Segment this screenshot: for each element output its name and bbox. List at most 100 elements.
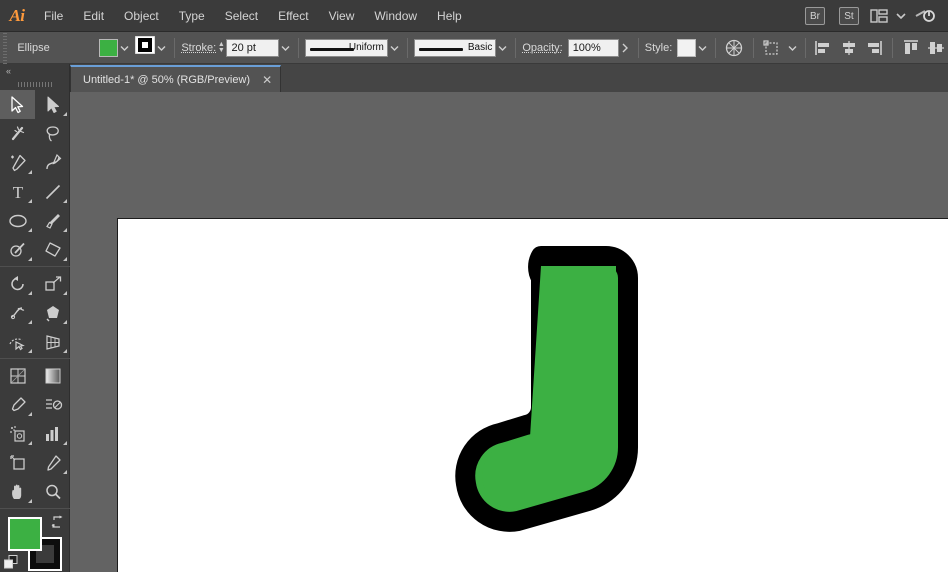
menu-item-help[interactable]: Help [427, 0, 472, 32]
brush-definition-select[interactable]: Basic [414, 39, 496, 57]
transform-chevron-down-icon[interactable] [786, 39, 799, 57]
collapse-panel-icon[interactable]: « [0, 64, 69, 78]
stroke-chevron-down-icon[interactable] [155, 39, 168, 57]
stroke-weight-stepper[interactable]: ▲ ▼ [216, 39, 226, 57]
free-transform-tool[interactable] [35, 298, 70, 327]
menu-item-type[interactable]: Type [169, 0, 215, 32]
default-fill-stroke-icon[interactable] [4, 555, 18, 572]
brush-chevron-down-icon[interactable] [496, 39, 509, 57]
menu-item-view[interactable]: View [319, 0, 365, 32]
stroke-color-swatch[interactable] [135, 36, 155, 59]
illustrator-window: Ai File Edit Object Type Select Effect V… [0, 0, 948, 572]
transform-icon[interactable] [763, 38, 783, 58]
pen-tool[interactable] [0, 148, 35, 177]
slice-tool[interactable] [35, 448, 70, 477]
align-center-vertical-icon[interactable] [926, 38, 945, 58]
type-tool[interactable]: T [0, 177, 35, 206]
shape-builder-tool[interactable] [0, 327, 35, 356]
paintbrush-tool[interactable] [35, 206, 70, 235]
artboard-tool[interactable] [0, 448, 35, 477]
eraser-tool[interactable] [35, 235, 70, 264]
graphic-style-swatch[interactable] [677, 39, 696, 57]
menu-item-window[interactable]: Window [364, 0, 427, 32]
recolor-artwork-icon[interactable] [725, 38, 744, 58]
chevron-down-icon[interactable] [896, 5, 906, 27]
menu-item-effect[interactable]: Effect [268, 0, 318, 32]
align-top-icon[interactable] [902, 38, 921, 58]
align-center-horizontal-icon[interactable] [839, 38, 858, 58]
stroke-weight-input[interactable]: 20 pt [226, 39, 279, 57]
mesh-tool[interactable] [0, 361, 35, 390]
document-tab-untitled-1[interactable]: Untitled-1* @ 50% (RGB/Preview) ✕ [70, 65, 281, 92]
column-graph-tool[interactable] [35, 419, 70, 448]
fill-color-indicator[interactable] [8, 517, 42, 551]
gradient-tool[interactable] [35, 361, 70, 390]
curvature-tool[interactable] [35, 148, 70, 177]
line-segment-tool[interactable] [35, 177, 70, 206]
fill-color-swatch[interactable] [99, 39, 118, 57]
divider [753, 38, 754, 58]
fill-chevron-down-icon[interactable] [118, 39, 131, 57]
tool-divider [0, 358, 70, 359]
document-tab-bar: Untitled-1* @ 50% (RGB/Preview) ✕ [0, 64, 948, 92]
perspective-grid-tool[interactable] [35, 327, 70, 356]
shaper-tool[interactable] [0, 235, 35, 264]
document-tab-label: Untitled-1* @ 50% (RGB/Preview) [83, 74, 250, 86]
search-adobe-icon[interactable] [914, 5, 936, 27]
menu-item-select[interactable]: Select [215, 0, 268, 32]
control-bar-grip[interactable] [0, 32, 9, 64]
menu-bar-right-group: Br St [798, 0, 948, 32]
width-profile-chevron-down-icon[interactable] [388, 39, 401, 57]
tool-divider [0, 266, 70, 267]
direct-selection-tool[interactable] [35, 90, 70, 119]
artboard[interactable] [117, 218, 948, 572]
close-icon[interactable]: ✕ [262, 74, 272, 86]
divider [715, 38, 716, 58]
canvas-area[interactable] [70, 92, 948, 572]
menu-item-edit[interactable]: Edit [73, 0, 114, 32]
app-logo-icon: Ai [0, 0, 34, 32]
opacity-label[interactable]: Opacity: [522, 42, 562, 54]
style-chevron-down-icon[interactable] [696, 39, 709, 57]
divider [515, 38, 516, 58]
divider [638, 38, 639, 58]
svg-text:T: T [12, 183, 23, 201]
menu-item-file[interactable]: File [34, 0, 73, 32]
opacity-input[interactable]: 100% [568, 39, 619, 57]
blend-tool[interactable] [35, 390, 70, 419]
width-profile-select[interactable]: Uniform [305, 39, 387, 57]
style-label: Style: [645, 42, 673, 54]
tools-grid: T [0, 90, 70, 506]
artwork-sock-shape[interactable] [118, 219, 948, 572]
divider [805, 38, 806, 58]
tools-panel-grip[interactable] [0, 78, 69, 90]
control-bar: Ellipse Stroke: ▲ ▼ 20 pt Uniform Basic … [0, 32, 948, 64]
selected-object-type: Ellipse [9, 42, 99, 54]
symbol-sprayer-tool[interactable] [0, 419, 35, 448]
opacity-chevron-right-icon[interactable] [619, 39, 632, 57]
lasso-tool[interactable] [35, 119, 70, 148]
bridge-button[interactable]: Br [805, 7, 825, 25]
workspace-switcher-icon[interactable] [870, 5, 888, 27]
divider [892, 38, 893, 58]
hand-tool[interactable] [0, 477, 35, 506]
swap-fill-stroke-icon[interactable] [50, 515, 64, 534]
align-left-icon[interactable] [815, 38, 834, 58]
width-tool[interactable] [0, 298, 35, 327]
menu-item-object[interactable]: Object [114, 0, 169, 32]
tools-panel: « T [0, 64, 70, 572]
stock-button[interactable]: St [839, 7, 859, 25]
magic-wand-tool[interactable] [0, 119, 35, 148]
stroke-weight-chevron-down-icon[interactable] [279, 39, 292, 57]
align-right-icon[interactable] [864, 38, 883, 58]
divider [174, 38, 175, 58]
stroke-weight-label[interactable]: Stroke: [181, 42, 216, 54]
eyedropper-tool[interactable] [0, 390, 35, 419]
selection-tool[interactable] [0, 90, 35, 119]
zoom-tool[interactable] [35, 477, 70, 506]
rotate-tool[interactable] [0, 269, 35, 298]
tool-divider [0, 508, 70, 509]
scale-tool[interactable] [35, 269, 70, 298]
ellipse-tool[interactable] [0, 206, 35, 235]
divider [298, 38, 299, 58]
